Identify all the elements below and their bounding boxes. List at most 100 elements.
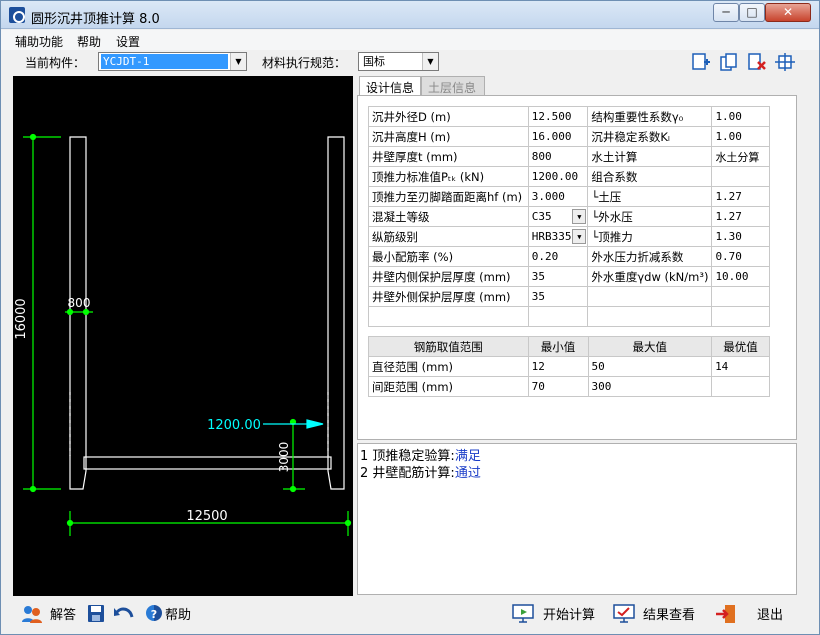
view-results-button[interactable]: 结果查看 — [643, 604, 695, 623]
param-value-cell[interactable] — [711, 166, 770, 187]
rebar-header-range: 钢筋取值范围 — [368, 336, 529, 357]
param-value-cell[interactable]: 1.00 — [711, 126, 770, 147]
param-value-cell[interactable]: 0.20 — [527, 246, 589, 267]
chevron-down-icon[interactable]: ▼ — [572, 229, 587, 244]
help-icon[interactable]: ? — [143, 604, 165, 624]
param-value-cell[interactable]: C35 ▼ — [527, 206, 589, 227]
param-value-cell[interactable]: 1.30 — [711, 226, 770, 247]
param-value-cell[interactable]: 35 — [527, 286, 589, 307]
param-label-cell: 组合系数 — [587, 166, 713, 187]
answer-icon[interactable] — [21, 604, 43, 624]
standard-select[interactable]: 国标 ▼ — [358, 52, 439, 71]
exit-icon[interactable] — [715, 604, 737, 624]
start-calc-button[interactable]: 开始计算 — [543, 604, 595, 623]
param-value-cell[interactable]: 12.500 — [527, 106, 589, 127]
answer-button[interactable]: 解答 — [50, 604, 76, 623]
rebar-row: 直径范围 (mm) 12 50 14 — [368, 356, 770, 377]
window-title: 圆形沉井顶推计算 8.0 — [31, 12, 160, 27]
menu-tools[interactable]: 辅助功能 — [15, 33, 63, 50]
undo-icon[interactable] — [113, 604, 135, 624]
menu-settings[interactable]: 设置 — [116, 33, 140, 50]
param-value-cell[interactable]: 10.00 — [711, 266, 770, 287]
param-label-cell: 顶推力至刃脚踏面距离hf (m) — [368, 186, 529, 207]
param-label-cell: 沉井高度H (m) — [368, 126, 529, 147]
design-panel: 沉井外径D (m) 12.500 结构重要性系数γ₀ 1.00 沉井高度H (m) 16.… — [357, 95, 797, 440]
save-icon[interactable] — [86, 604, 108, 624]
rebar-value-cell[interactable]: 14 — [711, 356, 770, 377]
rebar-value-cell[interactable] — [711, 376, 770, 397]
param-value-cell[interactable] — [527, 306, 589, 327]
param-label-cell: 顶推力标准值Pₜₖ (kN) — [368, 166, 529, 187]
param-value-cell[interactable]: 水土分算 — [711, 146, 770, 167]
design-row: 最小配筋率 (%) 0.20 外水压力折减系数 0.70 — [368, 246, 770, 267]
param-value: 10.00 — [715, 270, 749, 283]
param-label: 组合系数 — [591, 169, 638, 184]
push-force-label: 1200.00 — [207, 418, 261, 433]
param-value-cell[interactable]: HRB335 ▼ — [527, 226, 589, 247]
add-component-icon[interactable] — [691, 53, 711, 71]
rebar-value-cell[interactable]: 300 — [587, 376, 713, 397]
monitor-icon[interactable] — [512, 604, 534, 624]
param-label: 井壁厚度t (mm) — [372, 149, 458, 164]
minimize-button[interactable]: ─ — [713, 3, 739, 22]
chevron-down-icon[interactable]: ▼ — [422, 53, 438, 70]
param-value: HRB335 — [531, 230, 572, 243]
help-button[interactable]: 帮助 — [165, 604, 191, 623]
menu-bar: 辅助功能 帮助 设置 — [1, 30, 819, 50]
param-value-cell[interactable]: 1.27 — [711, 186, 770, 207]
param-label-cell: └顶推力 — [587, 226, 713, 247]
param-value-cell[interactable]: 1.00 — [711, 106, 770, 127]
chevron-down-icon[interactable]: ▼ — [572, 209, 587, 224]
rebar-value-cell[interactable]: 12 — [527, 356, 589, 377]
standard-label: 材料执行规范： — [262, 56, 347, 70]
param-value-cell[interactable]: 1.27 — [711, 206, 770, 227]
param-label-cell: 水土计算 — [587, 146, 713, 167]
rebar-row: 间距范围 (mm) 70 300 — [368, 376, 770, 397]
app-logo-icon — [9, 7, 25, 23]
import-component-icon[interactable] — [775, 53, 795, 71]
param-value: 水土分算 — [715, 150, 760, 164]
blade-dim-label: 3000 — [277, 442, 291, 473]
param-label-cell: └土压 — [587, 186, 713, 207]
svg-text:?: ? — [151, 608, 157, 621]
result-text: 井壁配筋计算: — [372, 466, 455, 481]
param-label: 沉井外径D (m) — [372, 109, 451, 124]
param-value-cell[interactable]: 35 — [527, 266, 589, 287]
result-line: 2 井壁配筋计算:通过 — [360, 465, 794, 482]
param-label: 沉井稳定系数Kₗ — [591, 129, 670, 144]
param-value-cell[interactable]: 1200.00 — [527, 166, 589, 187]
wall-thickness-label: 800 — [68, 296, 91, 310]
menu-help[interactable]: 帮助 — [77, 33, 101, 50]
design-row — [368, 306, 770, 327]
param-value-cell[interactable]: 800 — [527, 146, 589, 167]
result-view-icon[interactable] — [613, 604, 635, 624]
result-line: 1 顶推稳定验算:满足 — [360, 448, 794, 465]
tab-design-info[interactable]: 设计信息 — [359, 76, 421, 96]
param-value: 16.000 — [531, 130, 572, 143]
param-value: C35 — [531, 210, 552, 223]
component-select[interactable]: YCJDT-1 ▼ — [98, 52, 247, 71]
chevron-down-icon[interactable]: ▼ — [230, 53, 246, 70]
param-value-cell[interactable]: 16.000 — [527, 126, 589, 147]
exit-button[interactable]: 退出 — [757, 604, 783, 623]
tab-soil-info[interactable]: 土层信息 — [421, 76, 485, 96]
param-value: 12.500 — [531, 110, 572, 123]
rebar-header-min: 最小值 — [527, 336, 589, 357]
param-label-cell: 井壁外侧保护层厚度 (mm) — [368, 286, 529, 307]
param-value-cell[interactable] — [711, 286, 770, 307]
close-button[interactable]: ✕ — [765, 3, 811, 22]
maximize-button[interactable]: □ — [739, 3, 765, 22]
param-value-cell[interactable]: 0.70 — [711, 246, 770, 267]
copy-component-icon[interactable] — [719, 53, 739, 71]
rebar-value-cell[interactable]: 70 — [527, 376, 589, 397]
param-value-cell[interactable]: 3.000 — [527, 186, 589, 207]
param-value: 0.20 — [531, 250, 559, 263]
result-status: 通过 — [454, 466, 481, 481]
param-label-cell — [587, 306, 713, 327]
param-label-cell: └外水压 — [587, 206, 713, 227]
delete-component-icon[interactable] — [747, 53, 767, 71]
dimension-lines — [23, 133, 352, 536]
param-label: 沉井高度H (m) — [372, 129, 451, 144]
rebar-value-cell[interactable]: 50 — [587, 356, 713, 377]
param-value-cell[interactable] — [711, 306, 770, 327]
